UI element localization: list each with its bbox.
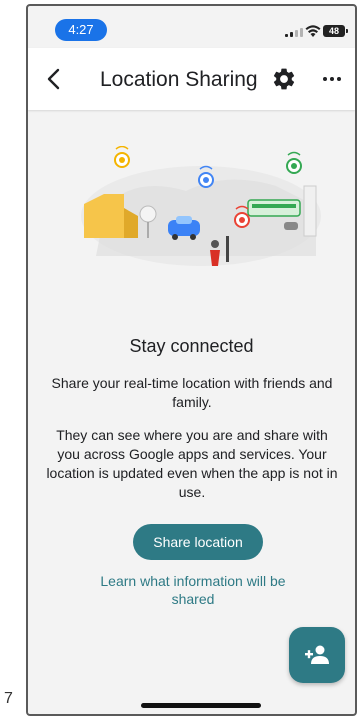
status-time: 4:27 bbox=[55, 19, 107, 41]
add-person-button[interactable] bbox=[289, 627, 345, 683]
more-horizontal-icon[interactable] bbox=[320, 66, 344, 92]
phone-screen: 4:27 48 Location Sharing Stay connected … bbox=[26, 4, 357, 716]
signal-icon bbox=[285, 27, 305, 37]
chevron-left-icon[interactable] bbox=[42, 66, 68, 92]
edge-label: 7 bbox=[4, 690, 13, 707]
location-sharing-illustration bbox=[81, 146, 321, 266]
description-text: Share your real-time location with frien… bbox=[51, 375, 333, 410]
home-indicator bbox=[141, 703, 261, 708]
page-title: Location Sharing bbox=[100, 68, 258, 91]
section-heading: Stay connected bbox=[129, 336, 254, 356]
status-bar: 4:27 48 bbox=[28, 6, 355, 46]
learn-more-link[interactable]: Learn what information will be shared bbox=[78, 572, 308, 608]
share-location-button[interactable]: Share location bbox=[133, 524, 263, 560]
add-person-icon bbox=[305, 645, 329, 664]
app-bar: Location Sharing bbox=[28, 48, 355, 110]
details-text: They can see where you are and share wit… bbox=[46, 427, 338, 500]
wifi-icon bbox=[305, 25, 321, 37]
gear-icon[interactable] bbox=[271, 66, 297, 92]
battery-icon: 48 bbox=[323, 25, 348, 37]
